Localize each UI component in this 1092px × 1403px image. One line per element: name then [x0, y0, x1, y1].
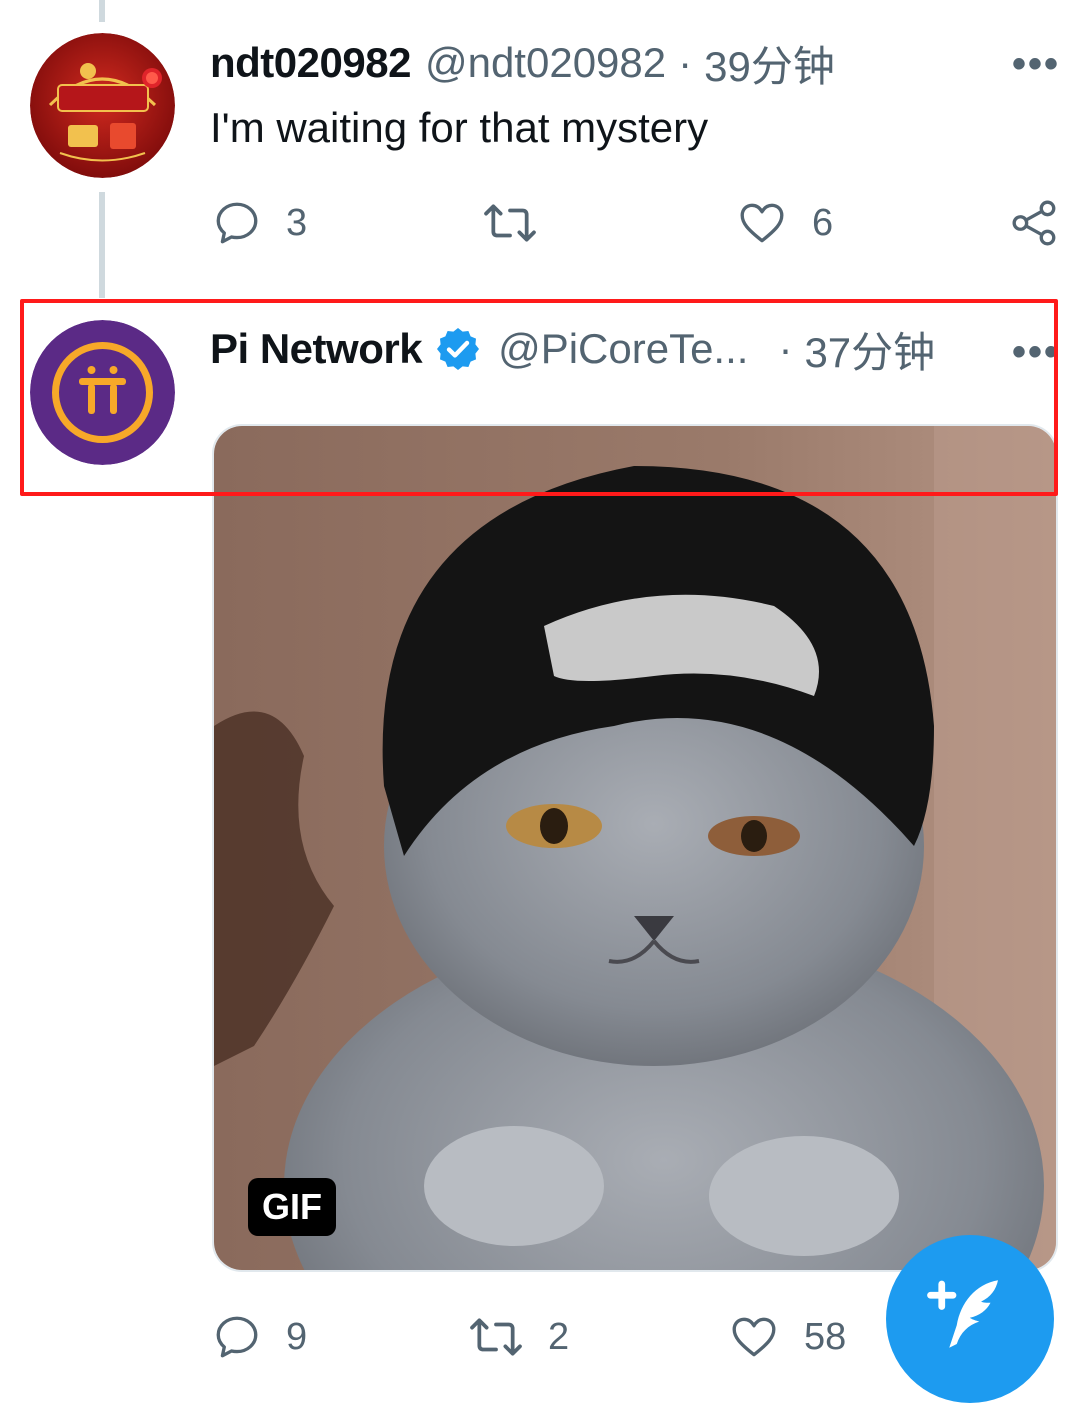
reply-button[interactable]: 9	[212, 1312, 307, 1362]
reply-icon	[216, 1316, 258, 1358]
reply-count: 3	[286, 201, 308, 244]
like-button[interactable]: 58	[728, 1312, 846, 1362]
compose-feather-plus-icon	[927, 1280, 998, 1348]
heart-icon	[740, 203, 784, 243]
separator-dot: ·	[678, 39, 693, 86]
more-options-button[interactable]: •••	[1012, 42, 1060, 87]
tweet-media-gif[interactable]: GIF	[212, 424, 1058, 1272]
cat-with-beanie-gif-icon	[214, 426, 1056, 1270]
display-name[interactable]: ndt020982	[210, 39, 411, 87]
reply-button[interactable]: 3	[212, 198, 307, 248]
thread-line-top	[99, 0, 105, 22]
heart-icon	[732, 1317, 776, 1357]
thread-line-connector	[99, 192, 105, 298]
retweet-button[interactable]	[482, 198, 562, 248]
retweet-count: 2	[548, 1315, 570, 1358]
share-button[interactable]	[1010, 198, 1060, 248]
pi-network-vietnam-avatar-icon	[30, 33, 175, 178]
share-icon	[1012, 200, 1056, 246]
like-button[interactable]: 6	[736, 198, 833, 248]
gif-badge: GIF	[248, 1178, 336, 1236]
highlight-annotation-box	[20, 299, 1058, 496]
retweet-icon	[470, 1318, 522, 1356]
reply-count: 9	[286, 1315, 308, 1358]
retweet-icon	[484, 204, 536, 242]
reply-icon	[216, 202, 258, 244]
user-handle[interactable]: @ndt020982	[425, 39, 666, 87]
tweet-text: I'm waiting for that mystery	[210, 104, 709, 151]
tweet-header: ndt020982 @ndt020982 · 39分钟	[210, 36, 835, 90]
compose-tweet-button[interactable]	[886, 1235, 1054, 1403]
timestamp[interactable]: 39分钟	[704, 33, 835, 94]
avatar[interactable]	[30, 33, 175, 178]
like-count: 58	[804, 1315, 847, 1358]
like-count: 6	[812, 201, 834, 244]
retweet-button[interactable]: 2	[468, 1312, 569, 1362]
